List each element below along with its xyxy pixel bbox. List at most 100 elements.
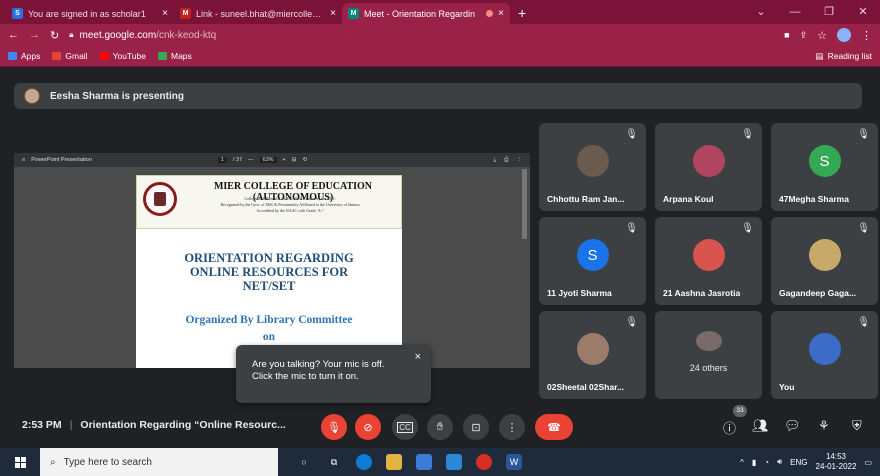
minimize-button[interactable]: — [778, 0, 812, 24]
participant-name: 11 Jyoti Sharma [547, 288, 612, 298]
notifications-icon[interactable]: ▭ [864, 458, 872, 467]
people-count-badge: 33 [733, 405, 747, 417]
youtube-icon [99, 52, 109, 60]
browser-tab-strip: S You are signed in as scholar1 × M Link… [0, 0, 880, 24]
system-tray: ^ ▮ ◔ 🔊︎ ENG 14:53 24-01-2022 ▭ [740, 452, 880, 472]
file-explorer-icon[interactable] [386, 454, 402, 470]
url-field[interactable]: 🔒︎ meet.google.com/cnk-keod-ktq [69, 30, 774, 41]
zoom-out-icon: — [248, 157, 254, 163]
raise-hand-button[interactable]: ✋︎ [427, 414, 453, 440]
more-options-button[interactable]: ⋮ [499, 414, 525, 440]
college-logo [143, 182, 177, 216]
participant-tile[interactable]: 🎙︎ Gagandeep Gaga... [771, 217, 878, 305]
participant-tile[interactable]: 🎙︎ Arpana Koul [655, 123, 762, 211]
presenting-text: Eesha Sharma is presenting [50, 90, 184, 102]
battery-icon[interactable]: ▮ [752, 458, 756, 467]
reading-list-button[interactable]: ▤ Reading list [816, 51, 872, 62]
chat-icon[interactable]: 💬︎ [784, 418, 801, 434]
bookmark-gmail[interactable]: Gmail [52, 51, 88, 61]
taskbar-apps: ○ ⧉ W [296, 454, 522, 470]
self-tile[interactable]: 🎙︎ You [771, 311, 878, 399]
self-avatar [808, 333, 841, 365]
captions-icon: CC [397, 421, 413, 433]
cortana-icon[interactable]: ○ [296, 454, 312, 470]
download-icon: ⤓ [493, 156, 497, 163]
bookmark-maps[interactable]: Maps [157, 51, 192, 61]
maximize-button[interactable]: ❐ [812, 0, 846, 24]
mic-off-icon: 🎙︎ [625, 129, 638, 140]
task-view-icon[interactable]: ⧉ [326, 454, 342, 470]
close-tab-icon[interactable]: × [498, 8, 504, 19]
participant-name: Chhottu Ram Jan... [547, 194, 625, 204]
menu-dots-icon[interactable]: ⋮ [861, 29, 872, 42]
activities-icon[interactable]: ⚘ [818, 418, 830, 434]
participant-tile[interactable]: 🎙︎ Chhottu Ram Jan... [539, 123, 646, 211]
reload-icon[interactable]: ↻ [50, 29, 59, 42]
back-arrow-icon[interactable]: ← [8, 29, 19, 41]
ppt-toolbar: ≡ PowerPoint Presentation 1 / 37 — 63% +… [14, 153, 530, 167]
mic-off-icon: 🎙︎ [857, 317, 870, 328]
search-icon: ⌕ [50, 456, 56, 468]
language-indicator[interactable]: ENG [790, 458, 807, 467]
meeting-details-icon[interactable]: ⓘ [723, 418, 736, 437]
tab-search-icon[interactable]: ⌄ [744, 0, 778, 24]
gmail-favicon-icon: M [180, 8, 191, 19]
slide-on: on [262, 331, 276, 343]
share-icon[interactable]: ⇪ [800, 30, 808, 41]
slide-heading-1: ORIENTATION REGARDING [184, 251, 354, 265]
new-tab-button[interactable]: + [510, 5, 534, 24]
participant-initial: S [576, 239, 609, 271]
participant-tile[interactable]: 🎙︎ S 47Megha Sharma [771, 123, 878, 211]
host-controls-icon[interactable]: ⛨ [852, 418, 862, 434]
leave-call-button[interactable]: ☎︎ [535, 414, 573, 440]
tab-scholar[interactable]: S You are signed in as scholar1 × [6, 3, 174, 24]
tab-meet[interactable]: M Meet - Orientation Regardin × [342, 3, 510, 24]
participant-tile[interactable]: 🎙︎ 21 Aashna Jasrotia [655, 217, 762, 305]
present-screen-icon: ⊡ [471, 421, 481, 434]
present-button[interactable]: ⊡ [463, 414, 489, 440]
presenter-avatar [24, 88, 40, 104]
store-icon[interactable] [416, 454, 432, 470]
mic-off-icon: 🎙︎ [741, 129, 754, 140]
windows-logo-icon [14, 456, 26, 468]
mail-icon[interactable] [446, 454, 462, 470]
others-tile[interactable]: 24 others [655, 311, 762, 399]
reading-list-icon: ▤ [815, 50, 824, 61]
close-tab-icon[interactable]: × [162, 8, 168, 19]
camera-indicator-icon[interactable]: ■ [784, 30, 789, 40]
forward-arrow-icon[interactable]: → [29, 29, 40, 41]
windows-taskbar: ⌕ Type here to search ○ ⧉ W ^ ▮ ◔ 🔊︎ ENG… [0, 448, 880, 476]
people-icon[interactable]: 👥︎ [752, 418, 769, 434]
participant-name: Gagandeep Gaga... [779, 288, 856, 298]
slide-subline-1: College with Potential for Excellence St… [244, 196, 336, 201]
close-tab-icon[interactable]: × [330, 8, 336, 19]
mic-toggle-button[interactable]: 🎙︎ [321, 414, 347, 440]
participant-avatar [576, 145, 609, 177]
tab-gmail-link[interactable]: M Link - suneel.bhat@miercollege.i × [174, 3, 342, 24]
participant-tile[interactable]: 🎙︎ S 11 Jyoti Sharma [539, 217, 646, 305]
close-window-button[interactable]: ✕ [846, 0, 880, 24]
bookmark-youtube[interactable]: YouTube [99, 51, 146, 61]
participant-tile[interactable]: 🎙︎ 02Sheetal 02Shar... [539, 311, 646, 399]
taskbar-search[interactable]: ⌕ Type here to search [40, 448, 278, 476]
edge-icon[interactable] [356, 454, 372, 470]
chrome-icon[interactable] [476, 454, 492, 470]
volume-icon[interactable]: 🔊︎ [777, 457, 782, 467]
start-button[interactable] [0, 456, 40, 468]
profile-avatar[interactable] [837, 28, 851, 42]
toolbar-right: ■ ⇪ ☆ ⋮ [784, 28, 872, 42]
bookmark-star-icon[interactable]: ☆ [817, 29, 827, 42]
gmail-icon [52, 52, 62, 60]
close-toast-button[interactable]: × [415, 351, 421, 363]
bookmark-apps[interactable]: Apps [8, 51, 40, 61]
tray-overflow-icon[interactable]: ^ [740, 458, 744, 467]
word-icon[interactable]: W [506, 454, 522, 470]
fit-page-icon: ⊟ [291, 157, 297, 163]
clock-date: 24-01-2022 [815, 462, 857, 471]
self-name: You [779, 382, 795, 392]
clock[interactable]: 14:53 24-01-2022 [816, 452, 857, 472]
camera-toggle-button[interactable]: ⊘ [355, 414, 381, 440]
network-icon[interactable]: ◔ [764, 458, 769, 467]
captions-button[interactable]: CC [392, 414, 418, 440]
ppt-scrollbar[interactable] [522, 169, 527, 239]
